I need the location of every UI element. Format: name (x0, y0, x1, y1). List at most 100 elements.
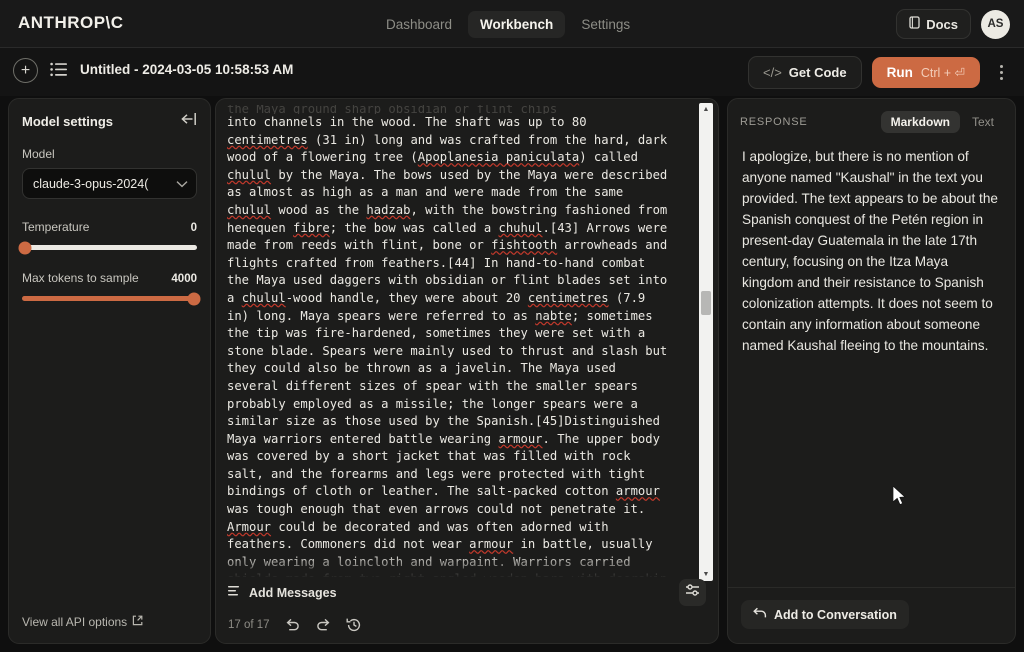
undo-button[interactable] (284, 618, 301, 633)
spellcheck-word: armour (615, 484, 660, 499)
reply-arrow-icon (753, 607, 767, 622)
book-icon (909, 16, 920, 32)
run-label: Run (886, 64, 913, 80)
spellcheck-word: centimetres (227, 132, 308, 147)
scroll-up-icon[interactable]: ▲ (699, 103, 713, 116)
more-options-button[interactable] (990, 57, 1012, 87)
model-select[interactable]: claude-3-opus-2024( (22, 168, 197, 199)
add-to-conversation-label: Add to Conversation (774, 607, 897, 622)
editor-settings-button[interactable] (679, 579, 706, 606)
redo-button[interactable] (315, 618, 332, 633)
editor-scrollbar[interactable]: ▲ ▼ (699, 103, 713, 581)
nav-link-workbench[interactable]: Workbench (468, 10, 566, 38)
model-label: Model (22, 147, 55, 161)
spellcheck-word: chulul (227, 202, 272, 217)
dot-icon (999, 76, 1003, 80)
spellcheck-word: armour (498, 431, 543, 446)
get-code-button[interactable]: </> Get Code (747, 55, 862, 89)
document-title[interactable]: Untitled - 2024-03-05 10:58:53 AM (80, 62, 293, 77)
editor-text-run: by the Maya. The bows used by the Maya w… (227, 167, 668, 200)
history-button[interactable] (346, 617, 362, 633)
primary-nav: Dashboard Workbench Settings (374, 0, 642, 48)
add-to-conversation-button[interactable]: Add to Conversation (741, 600, 909, 629)
editor-text-run: ; the bow was called a (329, 220, 499, 235)
response-panel: RESPONSE Markdown Text I apologize, but … (727, 98, 1016, 644)
plus-icon: + (20, 61, 31, 79)
max-tokens-slider-handle[interactable] (187, 292, 201, 305)
dot-icon (999, 64, 1003, 68)
response-header: RESPONSE Markdown Text (728, 99, 1015, 133)
prompt-editor-text[interactable]: into channels in the wood. The shaft was… (227, 114, 692, 577)
max-tokens-slider-fill (22, 296, 197, 301)
model-settings-panel: Model settings Model claude-3-opus-2024(… (8, 98, 211, 644)
prompt-editor-scroll-area[interactable]: the Maya ground sharp obsidian or flint … (216, 99, 718, 577)
max-tokens-label: Max tokens to sample (22, 271, 139, 285)
spellcheck-word: chulul (241, 290, 286, 305)
response-view-text[interactable]: Text (962, 111, 1004, 133)
temperature-slider-handle[interactable] (18, 241, 32, 254)
nav-link-settings[interactable]: Settings (569, 11, 642, 38)
max-tokens-row: Max tokens to sample 4000 (22, 271, 197, 285)
avatar[interactable]: AS (981, 9, 1010, 39)
chevron-down-icon (176, 177, 188, 191)
run-shortcut-label: Ctrl + ⏎ (920, 65, 965, 80)
temperature-row: Temperature 0 (22, 220, 197, 234)
workbench-toolbar: + Untitled - 2024-03-05 10:58:53 AM </> … (0, 48, 1024, 96)
editor-text-run: was tough enough that even arrows could … (227, 502, 646, 517)
toolbar-actions: </> Get Code Run Ctrl + ⏎ (747, 48, 1012, 96)
page-count: 17 of 17 (228, 619, 270, 631)
docs-button[interactable]: Docs (896, 9, 971, 39)
editor-text-run: ; sometimes the tip was fire-hardened, s… (227, 308, 668, 446)
prompt-editor-clipped-line: the Maya ground sharp obsidian or flint … (227, 105, 558, 114)
spellcheck-word: chulul (227, 167, 272, 182)
editor-bottom-bar: Add Messages 17 of 17 (216, 577, 718, 643)
add-messages-label: Add Messages (249, 585, 337, 600)
new-prompt-button[interactable]: + (13, 58, 38, 83)
view-all-api-options-link[interactable]: View all API options (22, 615, 143, 629)
editor-scrollbar-thumb[interactable] (701, 291, 711, 315)
spellcheck-word: chuhul (498, 220, 543, 235)
run-button[interactable]: Run Ctrl + ⏎ (871, 56, 980, 88)
editor-text-run: ) called (579, 150, 638, 165)
response-text: I apologize, but there is no mention of … (742, 149, 998, 353)
response-view-markdown[interactable]: Markdown (880, 111, 960, 133)
add-messages-button[interactable]: Add Messages (228, 585, 337, 600)
response-footer: Add to Conversation (728, 587, 1015, 643)
model-settings-title: Model settings (22, 114, 114, 129)
spellcheck-word: armour (469, 537, 514, 552)
docs-label: Docs (926, 16, 958, 32)
response-view-toggle: Markdown Text (880, 111, 1004, 133)
collapse-sidebar-button[interactable] (181, 112, 197, 131)
spellcheck-word: Armour (227, 519, 272, 534)
spellcheck-word: Apoplanesia paniculata (417, 150, 580, 165)
messages-icon (228, 585, 242, 600)
spellcheck-word: fishtooth (491, 238, 558, 253)
response-label: RESPONSE (740, 116, 808, 128)
spellcheck-word: hadzab (366, 202, 411, 217)
editor-text-run: -wood handle, they were about 20 (285, 290, 528, 305)
temperature-label: Temperature (22, 220, 90, 234)
editor-footer: 17 of 17 (228, 617, 362, 633)
dot-icon (999, 70, 1003, 74)
model-settings-body: Model claude-3-opus-2024( Temperature 0 … (9, 131, 210, 305)
spellcheck-word: fibre (293, 220, 330, 235)
prompt-editor-panel: the Maya ground sharp obsidian or flint … (215, 98, 719, 644)
api-options-label: View all API options (22, 615, 128, 629)
temperature-slider[interactable] (18, 241, 197, 254)
external-link-icon (132, 615, 143, 629)
prompt-list-button[interactable] (50, 62, 68, 82)
editor-text-run: into channels in the wood. The shaft was… (227, 115, 587, 129)
max-tokens-slider[interactable] (22, 292, 201, 305)
spellcheck-word: nabte (535, 308, 572, 323)
get-code-label: Get Code (788, 64, 847, 80)
nav-right-cluster: Docs AS (896, 0, 1010, 48)
nav-link-dashboard[interactable]: Dashboard (374, 11, 464, 38)
spellcheck-word: centimetres (527, 290, 609, 305)
brand-logo: ANTHROP\C (18, 13, 124, 32)
temperature-value: 0 (190, 222, 197, 234)
editor-text-run: wood as the (271, 202, 367, 217)
max-tokens-value: 4000 (171, 273, 197, 285)
model-select-value: claude-3-opus-2024( (33, 176, 149, 191)
model-settings-header: Model settings (9, 99, 210, 131)
sliders-icon (685, 583, 700, 602)
